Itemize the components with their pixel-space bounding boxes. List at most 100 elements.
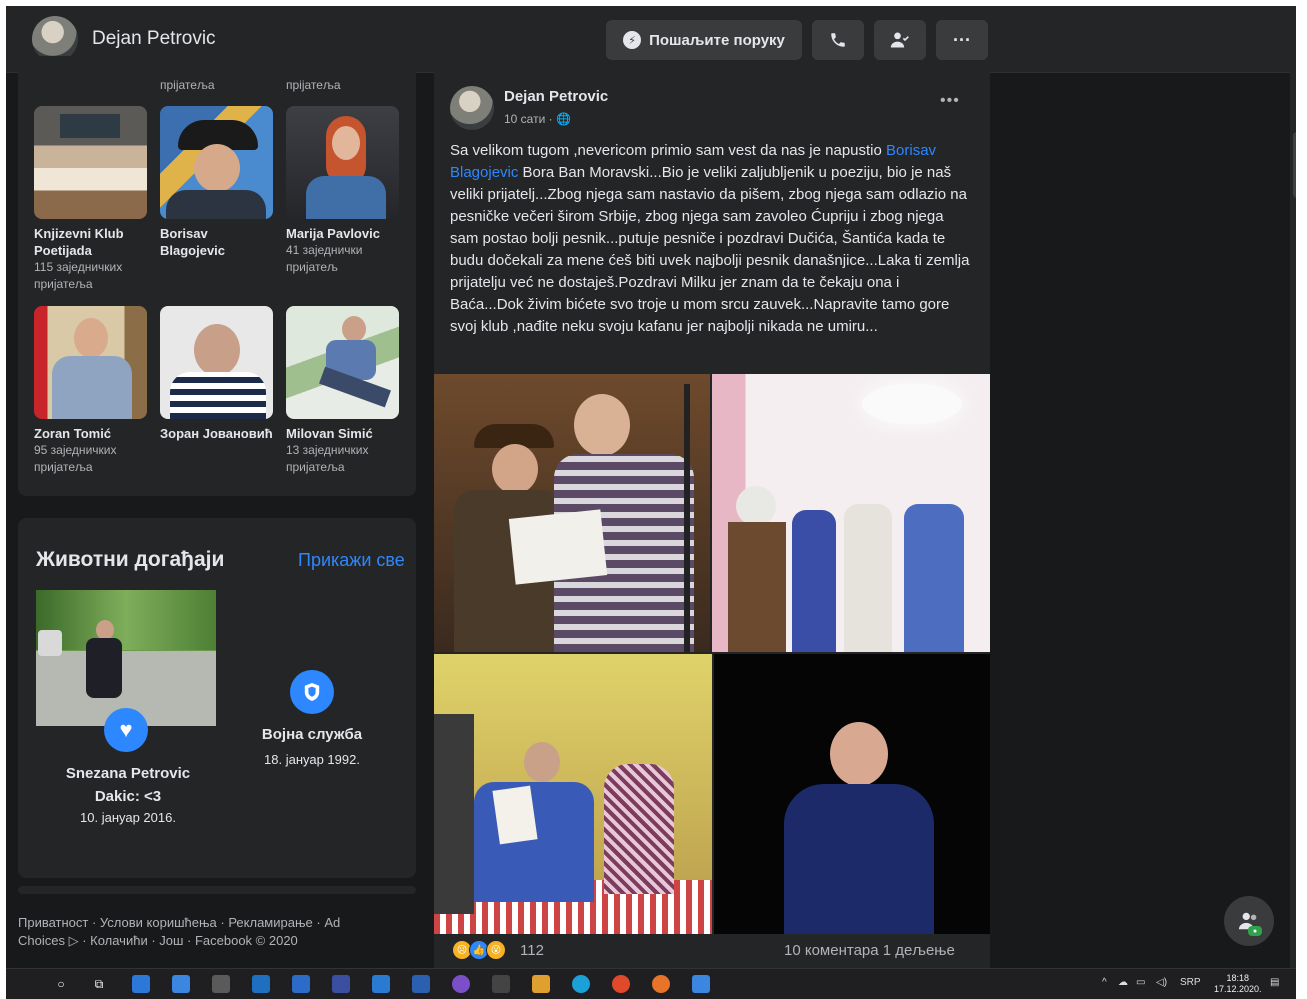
search-icon[interactable]: ○ — [52, 975, 70, 993]
page-scrollbar[interactable] — [1290, 72, 1296, 968]
phone-icon — [831, 33, 845, 47]
friend-photo[interactable] — [34, 306, 147, 419]
friend-photo[interactable] — [286, 106, 399, 219]
app-icon[interactable] — [332, 975, 350, 993]
life-event-photo[interactable] — [36, 590, 216, 726]
chrome-icon[interactable] — [612, 975, 630, 993]
friend-mutual-count: 41 заједнички пријатељ — [286, 243, 363, 274]
reactions-bar: ☹ 👍 😮 112 10 коментара 1 дељење — [434, 934, 990, 968]
notifications-icon[interactable]: ▤ — [1270, 977, 1279, 988]
profile-name[interactable]: Dejan Petrovic — [92, 28, 216, 50]
system-clock[interactable]: 18:18 17.12.2020. — [1214, 973, 1262, 995]
friend-mutual-count: 95 заједничких пријатеља — [34, 443, 117, 474]
card-divider — [18, 886, 416, 894]
friend-mutual-count: 115 заједничких пријатеља — [34, 260, 123, 291]
life-event-date: 18. јануар 1992. — [264, 752, 360, 767]
friend-photo[interactable] — [160, 306, 273, 419]
friend-photo[interactable] — [34, 106, 147, 219]
comments-shares-count[interactable]: 10 коментара 1 дељење — [784, 942, 955, 959]
friend-item[interactable]: Зоран Јовановић — [160, 306, 275, 442]
windows-taskbar: ○ ⧉ ^ ☁ ▭ ◁) SRP 18:18 17.12.2020. ▤ — [6, 968, 1296, 999]
messenger-icon: ⚡ — [623, 31, 642, 49]
app-icon[interactable] — [172, 975, 190, 993]
post-time-text: 10 сати · — [504, 112, 556, 126]
friend-item[interactable]: Marija Pavlovic 41 заједнички пријатељ — [286, 106, 401, 276]
cutoff-mutual-text: прijатеља — [160, 78, 215, 92]
facebook-window: Dejan Petrovic ⚡ Пошаљите поруку ··· прi… — [6, 6, 1296, 968]
friend-photo[interactable] — [286, 306, 399, 419]
new-message-button[interactable] — [1224, 896, 1274, 946]
word-icon[interactable] — [412, 975, 430, 993]
viber-icon[interactable] — [452, 975, 470, 993]
friend-photo[interactable] — [160, 106, 273, 219]
clock-time: 18:18 — [1226, 973, 1250, 983]
post-photo[interactable] — [714, 654, 990, 934]
see-all-link[interactable]: Прикажи све — [298, 550, 405, 571]
post-author-avatar[interactable] — [450, 86, 494, 130]
friend-item[interactable]: Milovan Simić 13 заједничких пријатеља — [286, 306, 401, 476]
post-timestamp[interactable]: 10 сати · 🌐 — [504, 112, 571, 126]
post-photo[interactable] — [712, 374, 990, 652]
cutoff-mutual-text: прijатеља — [286, 78, 341, 92]
send-message-label: Пошаљите поруку — [649, 31, 785, 49]
friend-name[interactable]: Marija Pavlovic — [286, 225, 401, 242]
post-text-part: Bora Ban Moravski...Bio je veliki zaljub… — [450, 164, 970, 335]
volume-icon[interactable]: ◁) — [1156, 977, 1167, 988]
task-view-icon[interactable]: ⧉ — [90, 975, 108, 993]
heart-icon: ♥ — [104, 708, 148, 752]
post-text: Sa velikom tugom ,nevericom primio sam v… — [450, 140, 976, 338]
friend-mutual-count: 13 заједничких пријатеља — [286, 443, 369, 474]
life-events-title: Животни догађаји — [36, 548, 225, 571]
tray-chevron-icon[interactable]: ^ — [1102, 977, 1107, 988]
post-photo[interactable] — [434, 374, 710, 652]
network-icon[interactable]: ▭ — [1136, 977, 1145, 988]
friend-item[interactable]: Borisav Blagojevic — [160, 106, 275, 259]
send-message-button[interactable]: ⚡ Пошаљите поруку — [606, 20, 802, 60]
post-options-icon[interactable]: ••• — [940, 92, 960, 110]
more-options-button[interactable]: ··· — [936, 20, 988, 60]
friend-name[interactable]: Зоран Јовановић — [160, 425, 275, 442]
store-icon[interactable] — [212, 975, 230, 993]
friend-item[interactable]: Knjizevni Klub Poetijada 115 заједничких… — [34, 106, 149, 293]
app-icon[interactable] — [692, 975, 710, 993]
scrollbar-thumb[interactable] — [1293, 132, 1296, 198]
call-button[interactable] — [812, 20, 864, 60]
life-event-name[interactable]: Snezana Petrovic Dakic: <3 — [48, 762, 208, 808]
feed-post: Dejan Petrovic 10 сати · 🌐 ••• Sa veliko… — [434, 72, 990, 968]
wow-reaction-icon: 😮 — [486, 940, 506, 960]
friend-name[interactable]: Zoran Tomić — [34, 425, 149, 442]
globe-icon: 🌐 — [555, 112, 571, 126]
app-icon[interactable] — [372, 975, 390, 993]
friend-status-button[interactable] — [874, 20, 926, 60]
friend-name[interactable]: Milovan Simić — [286, 425, 401, 442]
shield-icon — [290, 670, 334, 714]
friends-card: прijатеља прijатеља Knjizevni Klub Poeti… — [18, 56, 416, 496]
app-icon[interactable] — [132, 975, 150, 993]
friend-name[interactable]: Borisav Blagojevic — [160, 225, 275, 259]
post-text-part: Sa velikom tugom ,nevericom primio sam v… — [450, 142, 887, 159]
life-events-card: Животни догађаји Прикажи све ♥ Snezana P… — [18, 518, 416, 878]
firefox-icon[interactable] — [652, 975, 670, 993]
app-icon[interactable] — [532, 975, 550, 993]
life-event-item[interactable] — [36, 590, 216, 726]
post-photo-grid — [434, 374, 990, 934]
more-dots-icon: ··· — [953, 29, 971, 50]
reactions-count[interactable]: 112 — [520, 942, 544, 959]
life-event-name[interactable]: Војна служба — [250, 726, 374, 743]
person-check-icon — [890, 32, 909, 48]
clock-date: 17.12.2020. — [1214, 984, 1262, 994]
life-event-date: 10. јануар 2016. — [80, 810, 176, 825]
mail-icon[interactable] — [252, 975, 270, 993]
online-badge: ● — [1248, 926, 1262, 936]
language-indicator[interactable]: SRP — [1180, 977, 1201, 988]
friend-name[interactable]: Knjizevni Klub Poetijada — [34, 225, 149, 259]
friend-item[interactable]: Zoran Tomić 95 заједничких пријатеља — [34, 306, 149, 476]
cloud-icon[interactable]: ☁ — [1118, 977, 1128, 988]
reaction-icons[interactable]: ☹ 👍 😮 — [452, 940, 506, 960]
footer-links[interactable]: Приватност · Услови коришћења · Рекламир… — [18, 914, 378, 950]
app-icon[interactable] — [292, 975, 310, 993]
app-icon[interactable] — [492, 975, 510, 993]
edge-icon[interactable] — [572, 975, 590, 993]
post-author-name[interactable]: Dejan Petrovic — [504, 88, 608, 105]
post-photo[interactable] — [434, 654, 712, 934]
